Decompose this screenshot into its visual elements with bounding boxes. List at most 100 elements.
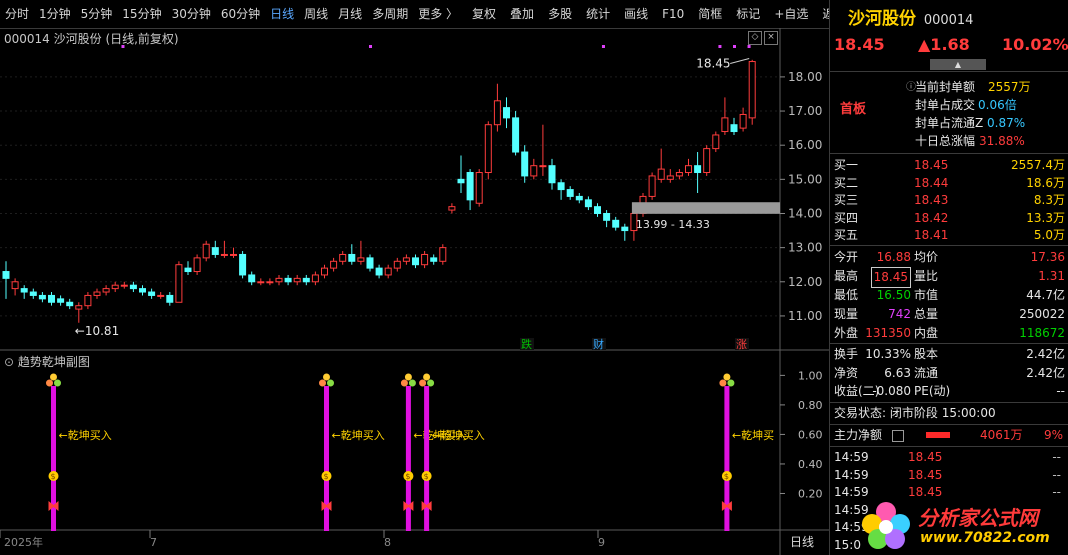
price-row: 18.45 ▲1.68 10.02%: [830, 33, 1068, 57]
signal-bar: [51, 386, 56, 531]
price-axis-label: 16.00: [788, 138, 822, 152]
candle: [57, 295, 65, 306]
candle: [202, 240, 210, 262]
seal-trade-row: 首板 封单占成交 0.06倍: [830, 96, 1068, 117]
signal-bar: [424, 386, 430, 531]
ten-day-row: 十日总涨幅 31.88%: [830, 132, 1068, 151]
candle-body: [84, 294, 92, 307]
candle: [503, 97, 510, 129]
candle-body: [11, 281, 19, 290]
collapse-toggle-icon[interactable]: ▲: [930, 59, 986, 70]
candle-body: [330, 260, 338, 269]
tool-button-6[interactable]: 简框: [693, 0, 727, 28]
candle: [102, 285, 110, 296]
fruit-icon: [319, 379, 326, 387]
tool-button-5[interactable]: F10: [657, 0, 689, 28]
candle: [230, 247, 237, 258]
seal-trade: 0.06倍: [978, 98, 1017, 112]
fruit-icon: [50, 373, 57, 381]
candle: [38, 292, 46, 303]
chart-settings-icon[interactable]: ◇: [748, 31, 762, 45]
net-flow-label: 主力净额: [834, 428, 883, 442]
stat-label: 现量: [834, 307, 859, 321]
indicator-axis-label: 0.60: [798, 428, 823, 441]
stat-value: 16.88: [876, 250, 911, 264]
stock-header: 沙河股份 000014: [830, 6, 1068, 32]
candle-body: [712, 134, 720, 150]
event-marker-label: 涨: [736, 338, 747, 351]
tick-price: 18.45: [908, 450, 943, 464]
bid-row[interactable]: 买三 18.43 8.3万: [830, 191, 1068, 210]
stat-row: 今开 16.88 均价 17.36: [830, 248, 1068, 267]
period-tab-4[interactable]: 30分钟: [167, 0, 216, 28]
period-tab-1[interactable]: 1分钟: [34, 0, 76, 28]
stat-label: 量比: [914, 269, 939, 283]
period-tab-9[interactable]: 多周期: [367, 0, 413, 28]
bid-row[interactable]: 买一 18.45 2557.4万: [830, 156, 1068, 175]
period-tab-10[interactable]: 更多 〉: [413, 0, 463, 28]
tool-button-4[interactable]: 画线: [619, 0, 653, 28]
period-tab-5[interactable]: 60分钟: [216, 0, 265, 28]
tool-button-1[interactable]: 叠加: [505, 0, 539, 28]
bid-row[interactable]: 买五 18.41 5.0万: [830, 226, 1068, 245]
candle: [239, 251, 247, 279]
candle: [466, 169, 474, 211]
candle: [694, 152, 702, 193]
candle: [330, 257, 338, 272]
candle: [493, 83, 501, 132]
price-axis-label: 14.00: [788, 206, 822, 220]
coin-bag-glyph: $: [405, 472, 410, 481]
candle-body: [139, 288, 146, 293]
indicator-axis-label: 0.20: [798, 487, 823, 500]
chart-close-icon[interactable]: ×: [764, 31, 778, 45]
indicator-axis-label: 0.40: [798, 458, 823, 471]
candle-body: [493, 100, 501, 126]
bid-row[interactable]: 买二 18.44 18.6万: [830, 174, 1068, 193]
indicator-title: ⊙ 趋势乾坤副图: [4, 353, 90, 370]
coin-bag-glyph: $: [724, 472, 729, 481]
candle-body: [421, 253, 429, 266]
period-tab-3[interactable]: 15分钟: [117, 0, 166, 28]
candle-body: [202, 243, 210, 259]
bid-row[interactable]: 买四 18.42 13.3万: [830, 209, 1068, 228]
candle: [666, 169, 674, 183]
candle: [712, 131, 720, 153]
kline-chart[interactable]: 18.00 17.00 16.00 15.00 14.00 13.00 12.00 11.00…: [0, 28, 829, 555]
collapse-icon[interactable]: ⊙: [4, 355, 14, 369]
candle-body: [102, 288, 110, 293]
candle-body: [257, 281, 265, 284]
tick-time: 14:59: [834, 467, 869, 482]
period-tab-2[interactable]: 5分钟: [76, 0, 118, 28]
candle: [748, 59, 756, 125]
candle-body: [120, 284, 128, 287]
candle-body: [675, 172, 683, 177]
buy-signal: $ ←乾坤买入: [419, 373, 485, 531]
stat-label: 均价: [914, 250, 939, 264]
candle: [557, 179, 565, 200]
stat-value: --: [1056, 384, 1065, 398]
candle: [448, 203, 456, 214]
candle-body: [166, 294, 174, 303]
chart-title: 000014 沙河股份 (日线,前复权): [4, 32, 179, 46]
tool-button-2[interactable]: 多股: [543, 0, 577, 28]
tool-button-7[interactable]: 标记: [731, 0, 765, 28]
period-tab-0[interactable]: 分时: [0, 0, 34, 28]
period-tab-8[interactable]: 月线: [333, 0, 367, 28]
event-marker-label: 跌: [521, 337, 532, 351]
period-tab-7[interactable]: 周线: [299, 0, 333, 28]
candle-body: [375, 267, 383, 276]
period-tab-6[interactable]: 日线: [265, 0, 299, 28]
candle: [475, 169, 483, 207]
candle: [284, 274, 292, 286]
fruit-icon: [408, 379, 416, 387]
buy-signal-label: ←乾坤买: [732, 428, 774, 442]
candle: [594, 203, 601, 217]
candle: [621, 223, 629, 241]
price-axis-label: 15.00: [788, 172, 822, 186]
tool-button-0[interactable]: 复权: [467, 0, 501, 28]
list-icon[interactable]: [892, 430, 904, 442]
tool-button-3[interactable]: 统计: [581, 0, 615, 28]
tool-button-8[interactable]: +自选: [769, 0, 813, 28]
signal-bar: [324, 386, 329, 531]
candle-body: [157, 294, 165, 297]
